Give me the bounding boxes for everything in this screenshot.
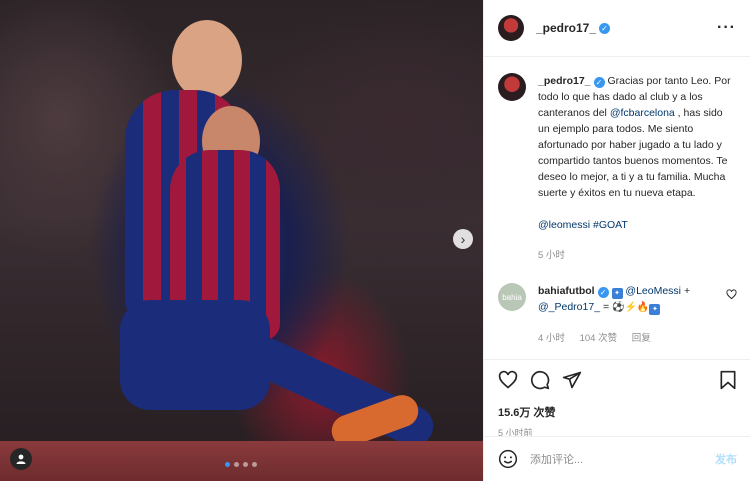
share-icon[interactable]: [562, 370, 582, 390]
comment-icon[interactable]: [530, 370, 550, 390]
comment-time: 4 小时: [538, 333, 565, 344]
caption-text-2: , has sido un ejemplo para todos. Me sie…: [538, 107, 728, 199]
comment-equals: =: [600, 301, 613, 313]
caption-text: _pedro17_ ✓ Gracias por tanto Leo. Por to…: [538, 73, 737, 233]
action-bar: 15.6万 次赞 5 小时前: [484, 359, 750, 439]
verified-icon: ✓: [597, 287, 609, 298]
photo-floor: [0, 441, 483, 481]
caption-username[interactable]: _pedro17_: [538, 75, 591, 87]
heart-icon[interactable]: [726, 289, 737, 300]
save-icon[interactable]: [719, 370, 737, 390]
more-icon[interactable]: ···: [717, 19, 736, 37]
carousel-dot: [243, 462, 248, 467]
author-username[interactable]: _pedro17_: [536, 21, 596, 35]
comment-plus: +: [681, 285, 691, 297]
emoji-icon[interactable]: [498, 449, 518, 469]
comment-item: bahia bahiafutbol ✓ ✦ @LeoMessi + @_Pedro…: [498, 283, 737, 344]
post-photo[interactable]: ›: [0, 0, 483, 481]
user-tag-icon[interactable]: [10, 448, 32, 470]
caption-tags[interactable]: @leomessi #GOAT: [538, 219, 628, 231]
carousel-dot: [225, 462, 230, 467]
author-avatar[interactable]: [498, 15, 524, 41]
comment-text: bahiafutbol ✓ ✦ @LeoMessi + @_Pedro17_ = …: [538, 283, 714, 316]
comment-mention-leomessi[interactable]: @LeoMessi: [625, 285, 681, 297]
commenter-avatar-text: bahia: [502, 292, 522, 302]
commenter-username[interactable]: bahiafutbol: [538, 285, 595, 297]
next-arrow-icon[interactable]: ›: [453, 229, 473, 249]
commenter-avatar[interactable]: bahia: [498, 283, 526, 311]
photo-player-head-1: [172, 20, 242, 100]
likes-count[interactable]: 15.6万 次赞: [498, 404, 737, 420]
caption-time: 5 小时: [538, 250, 565, 261]
carousel-dot: [234, 462, 239, 467]
comment-meta: 4 小时 104 次赞 回复: [538, 330, 714, 344]
post-header: _pedro17_ ✓ ···: [484, 0, 750, 57]
caption-avatar[interactable]: [498, 73, 526, 101]
comment-input[interactable]: 添加评论...: [530, 451, 583, 467]
carousel-dots: [225, 462, 257, 467]
caption-meta: 5 小时: [538, 247, 737, 261]
verified-icon: ✓: [593, 77, 605, 88]
post-side-panel: _pedro17_ ✓ ··· _pedro17_ ✓ Gracias por t…: [483, 0, 750, 481]
flag-icon: ✦: [649, 304, 661, 315]
heart-icon[interactable]: [498, 370, 518, 390]
flag-icon: ✦: [611, 288, 623, 299]
comment-mention-pedro[interactable]: @_Pedro17_: [538, 301, 600, 313]
comment-likes[interactable]: 104 次赞: [580, 333, 618, 344]
caption: _pedro17_ ✓ Gracias por tanto Leo. Por to…: [498, 73, 737, 261]
post-comment-button[interactable]: 发布: [715, 451, 737, 467]
caption-mention-fcbarcelona[interactable]: @fcbarcelona: [610, 107, 675, 119]
comment-composer: 添加评论... 发布: [484, 436, 750, 481]
comment-reply-button[interactable]: 回复: [632, 333, 651, 344]
comments-list[interactable]: _pedro17_ ✓ Gracias por tanto Leo. Por to…: [484, 57, 750, 359]
comment-emoji: ⚽⚡🔥: [612, 302, 650, 313]
carousel-dot: [252, 462, 257, 467]
verified-icon: ✓: [599, 22, 611, 34]
